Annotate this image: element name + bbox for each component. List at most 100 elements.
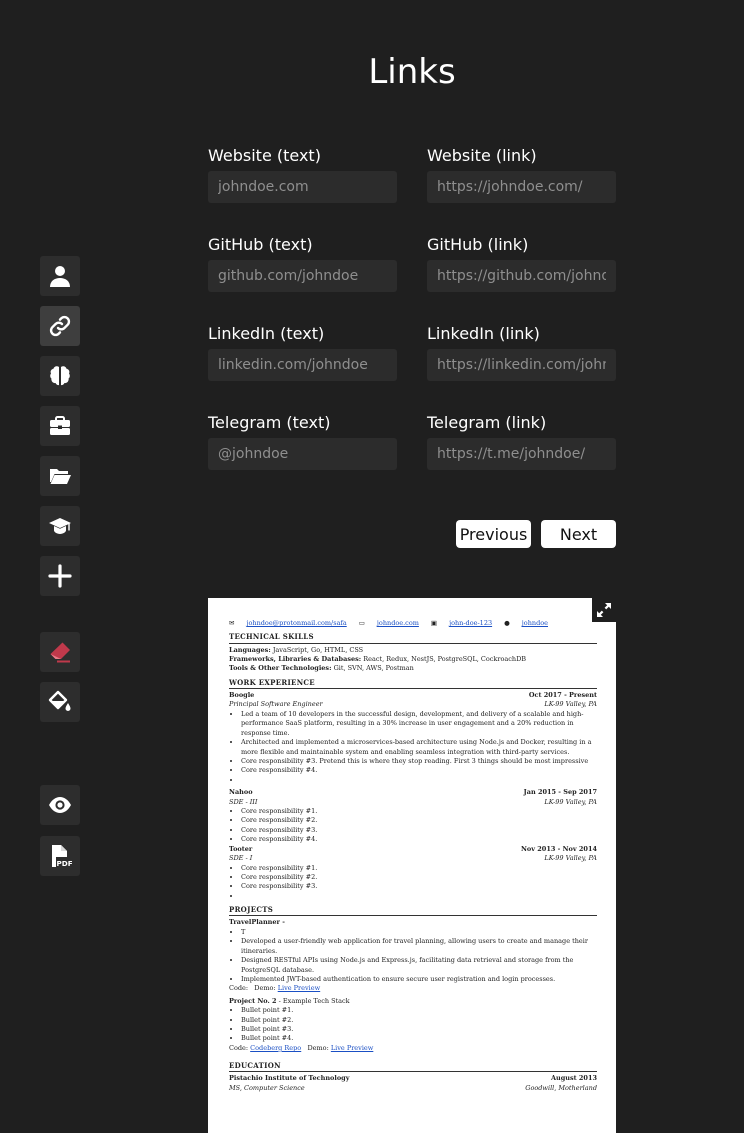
job-company: Nahoo — [229, 788, 253, 797]
job-company: Boogle — [229, 690, 255, 699]
website-link-input[interactable] — [427, 171, 616, 203]
list-item: Core responsibility #3. Pretend this is … — [241, 757, 597, 766]
job-company: Tooter — [229, 844, 253, 853]
job-role: SDE - I — [229, 854, 253, 863]
project-name: TravelPlanner - — [229, 918, 285, 927]
list-item: Bullet point #4. — [241, 1034, 597, 1043]
list-item: Architected and implemented a microservi… — [241, 738, 597, 757]
eraser-icon — [50, 642, 70, 663]
job-bullets: Core responsibility #1. Core responsibil… — [229, 864, 597, 902]
sidebar-item-links[interactable] — [40, 306, 80, 346]
sidebar-item-skills[interactable] — [40, 356, 80, 396]
job-dates: Oct 2017 - Present — [528, 690, 597, 699]
contact-email[interactable]: johndoe@protonmail.com/safa — [246, 619, 346, 628]
list-item — [241, 892, 597, 901]
sidebar-item-preview[interactable] — [40, 785, 80, 825]
list-item: Core responsibility #2. — [241, 873, 597, 882]
github-link-input[interactable] — [427, 260, 616, 292]
sidebar-item-theme[interactable] — [40, 682, 80, 722]
telegram-link-input[interactable] — [427, 438, 616, 470]
sidebar-item-personal-info[interactable] — [40, 256, 80, 296]
previous-button[interactable]: Previous — [456, 520, 531, 548]
skills-heading: TECHNICAL SKILLS — [229, 632, 597, 644]
school-name: Pistachio Institute of Technology — [229, 1074, 350, 1083]
project-bullets: Bullet point #1. Bullet point #2. Bullet… — [229, 1006, 597, 1044]
list-item: Designed RESTful APIs using Node.js and … — [241, 956, 597, 975]
sidebar-item-education[interactable] — [40, 506, 80, 546]
contact-github[interactable]: johndoe — [522, 619, 548, 628]
job-dates: Nov 2013 - Nov 2014 — [520, 844, 597, 853]
linkedin-icon: ▣ — [430, 619, 438, 627]
email-icon: ✉ — [229, 619, 235, 627]
sidebar-item-clear[interactable] — [40, 632, 80, 672]
list-item: Core responsibility #3. — [241, 826, 597, 835]
demo-link[interactable]: Live Preview — [278, 984, 320, 992]
person-icon — [50, 266, 70, 287]
job-bullets: Led a team of 10 developers in the succe… — [229, 710, 597, 785]
graduation-cap-icon — [49, 518, 71, 534]
website-icon: ▭ — [358, 619, 365, 627]
list-item: Developed a user-friendly web applicatio… — [241, 937, 597, 956]
sidebar-item-experience[interactable] — [40, 406, 80, 446]
projects-heading: PROJECTS — [229, 905, 597, 917]
github-text-input[interactable] — [208, 260, 397, 292]
linkedin-text-input[interactable] — [208, 349, 397, 381]
job-role: SDE - III — [229, 797, 258, 806]
sidebar-item-export-pdf[interactable]: PDF — [40, 836, 80, 876]
github-text-label: GitHub (text) — [208, 235, 313, 254]
skill-line: Languages: JavaScript, Go, HTML, CSS — [229, 645, 364, 654]
contact-website[interactable]: johndoe.com — [377, 619, 419, 628]
paint-bucket-icon — [48, 690, 71, 711]
experience-heading: WORK EXPERIENCE — [229, 678, 597, 689]
school-degree: MS, Computer Science — [229, 1083, 305, 1092]
skill-line: Frameworks, Libraries & Databases: React… — [229, 654, 527, 663]
list-item: Core responsibility #4. — [241, 835, 597, 844]
github-icon: ● — [504, 619, 510, 627]
school-date: August 2013 — [550, 1074, 597, 1083]
list-item: Core responsibility #3. — [241, 882, 597, 891]
briefcase-icon — [50, 416, 70, 435]
linkedin-link-label: LinkedIn (link) — [427, 324, 540, 343]
project-links: Code: Codeberg Repo Demo: Live Preview — [229, 1043, 374, 1052]
project-links: Code: Demo: Live Preview — [229, 984, 321, 993]
job-location: LK-99 Valley, PA — [544, 700, 597, 709]
plus-icon — [48, 564, 72, 588]
job-location: LK-99 Valley, PA — [544, 797, 597, 806]
list-item: Core responsibility #1. — [241, 807, 597, 816]
contact-linkedin[interactable]: john-doe-123 — [449, 619, 492, 628]
website-text-input[interactable] — [208, 171, 397, 203]
telegram-text-input[interactable] — [208, 438, 397, 470]
list-item: T — [241, 928, 597, 937]
sidebar-item-add-section[interactable] — [40, 556, 80, 596]
eye-icon — [49, 797, 71, 813]
list-item: Led a team of 10 developers in the succe… — [241, 710, 597, 738]
list-item: Core responsibility #2. — [241, 816, 597, 825]
github-link-label: GitHub (link) — [427, 235, 529, 254]
folder-open-icon — [50, 469, 71, 484]
sidebar-item-projects[interactable] — [40, 456, 80, 496]
list-item: Bullet point #1. — [241, 1006, 597, 1015]
linkedin-link-input[interactable] — [427, 349, 616, 381]
project-bullets: T Developed a user-friendly web applicat… — [229, 928, 597, 985]
telegram-text-label: Telegram (text) — [208, 413, 331, 432]
list-item: Implemented JWT-based authentication to … — [241, 975, 597, 984]
resume-preview[interactable]: ✉ johndoe@protonmail.com/safa ▭ johndoe.co… — [208, 598, 616, 1133]
page-title: Links — [368, 52, 456, 92]
demo-link[interactable]: Live Preview — [331, 1044, 373, 1052]
telegram-link-label: Telegram (link) — [427, 413, 547, 432]
svg-text:PDF: PDF — [57, 859, 73, 868]
code-link[interactable]: Codeberg Repo — [250, 1044, 301, 1052]
pdf-file-icon: PDF — [52, 845, 73, 868]
linkedin-text-label: LinkedIn (text) — [208, 324, 325, 343]
brain-icon — [50, 366, 70, 386]
job-location: LK-99 Valley, PA — [544, 854, 597, 863]
project-name: Project No. 2 - Example Tech Stack — [229, 996, 350, 1005]
school-location: Goodwill, Motherland — [525, 1083, 597, 1092]
website-text-label: Website (text) — [208, 146, 321, 165]
resume-document: ✉ johndoe@protonmail.com/safa ▭ johndoe.co… — [229, 619, 597, 1093]
list-item: Bullet point #3. — [241, 1025, 597, 1034]
website-link-label: Website (link) — [427, 146, 537, 165]
next-button[interactable]: Next — [541, 520, 616, 548]
job-role: Principal Software Engineer — [229, 700, 323, 709]
job-dates: Jan 2015 - Sep 2017 — [523, 788, 597, 797]
